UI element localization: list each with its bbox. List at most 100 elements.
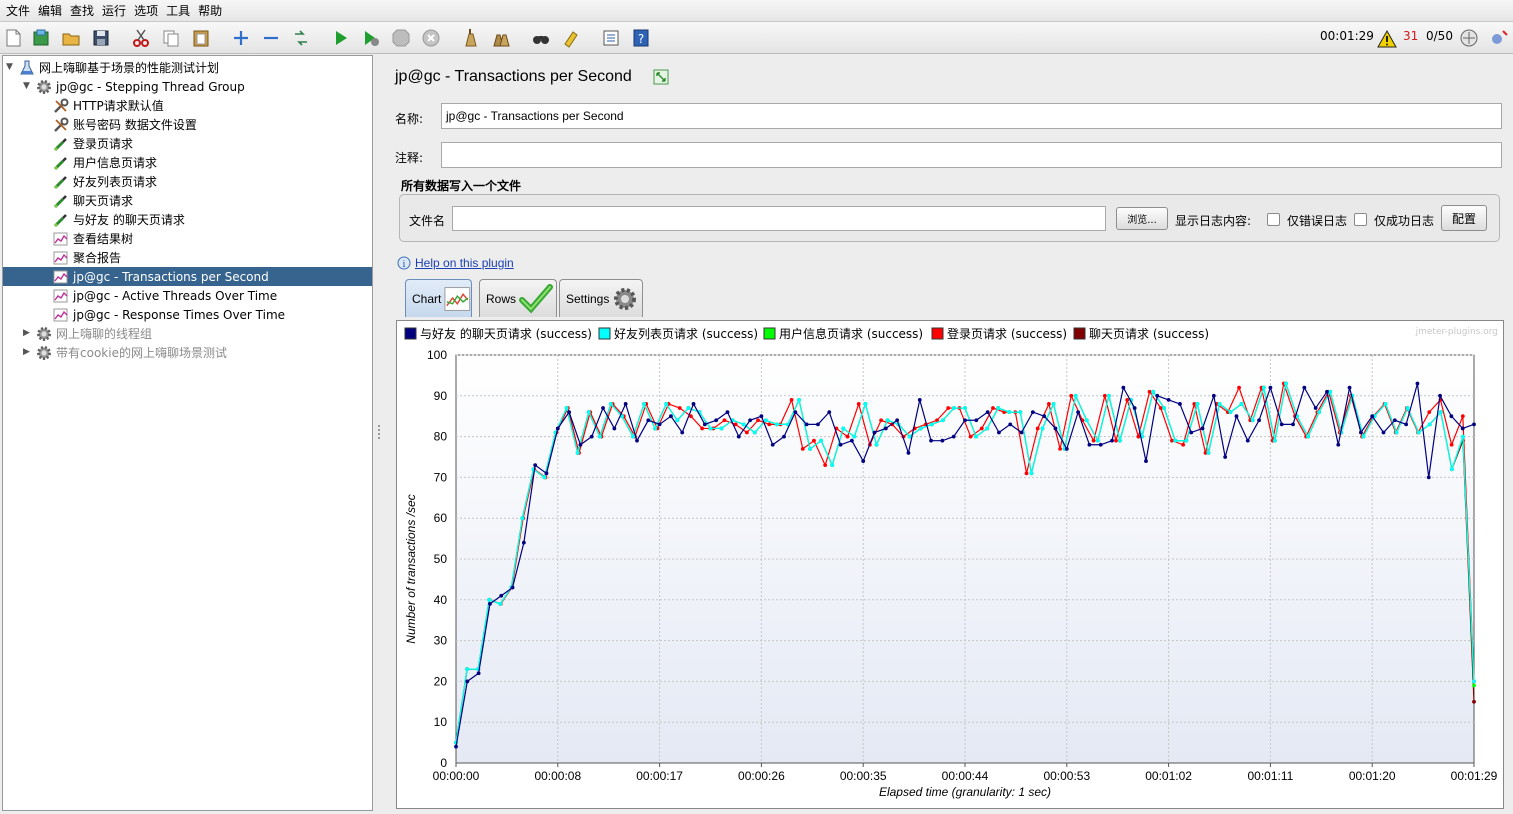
menu-search[interactable]: 查找: [68, 2, 100, 19]
legend-label: 好友列表页请求 (success): [614, 327, 758, 341]
filename-label: 文件名: [409, 214, 446, 228]
clear-icon[interactable]: [460, 27, 482, 49]
warning-icon[interactable]: [1376, 28, 1398, 50]
start-icon[interactable]: [330, 27, 352, 49]
data-point: [487, 597, 492, 602]
menu-file[interactable]: 文件: [4, 2, 36, 19]
tree-item[interactable]: 与好友 的聊天页请求: [52, 210, 185, 229]
search-icon[interactable]: [530, 27, 552, 49]
data-point: [1460, 426, 1465, 431]
browse-button[interactable]: 浏览...: [1116, 207, 1168, 230]
elapsed-time: 00:01:29: [1320, 29, 1374, 43]
tree-item[interactable]: 查看结果树: [52, 229, 133, 248]
collapse-caret-icon[interactable]: ▶: [23, 347, 30, 357]
data-point: [1206, 451, 1211, 455]
configure-button[interactable]: 配置: [1441, 205, 1487, 231]
data-point: [1087, 442, 1092, 447]
data-point: [1162, 406, 1167, 410]
data-point: [1098, 442, 1103, 447]
tree-item[interactable]: jp@gc - Stepping Thread Group: [35, 77, 245, 96]
y-tick-label: 80: [434, 430, 448, 444]
tree-item[interactable]: 网上嗨聊的线程组: [35, 324, 152, 343]
tree-item[interactable]: 账号密码 数据文件设置: [52, 115, 197, 134]
tree-item[interactable]: jp@gc - Active Threads Over Time: [52, 286, 277, 305]
start-no-pause-icon[interactable]: [360, 27, 382, 49]
collapse-caret-icon[interactable]: ▶: [23, 328, 30, 338]
data-point: [488, 601, 492, 606]
tree-item[interactable]: 用户信息页请求: [52, 153, 157, 172]
toggle-icon[interactable]: [290, 27, 312, 49]
help-icon[interactable]: ?: [630, 27, 652, 49]
paste-icon[interactable]: [190, 27, 212, 49]
data-point: [1217, 402, 1222, 406]
function-helper-icon[interactable]: [600, 27, 622, 49]
shutdown-icon[interactable]: [420, 27, 442, 49]
log-viewer-icon[interactable]: [1488, 27, 1510, 49]
tree-item[interactable]: 聊天页请求: [52, 191, 133, 210]
data-point: [895, 418, 900, 423]
data-point: [1181, 442, 1186, 447]
data-point: [752, 430, 757, 435]
success-only-checkbox[interactable]: [1354, 213, 1367, 226]
splitter-handle[interactable]: [375, 55, 383, 811]
templates-icon[interactable]: [30, 27, 52, 49]
tree-item[interactable]: 聚合报告: [52, 248, 121, 267]
y-tick-label: 100: [427, 348, 447, 362]
reset-search-icon[interactable]: [560, 27, 582, 49]
log-content-label: 显示日志内容:: [1175, 214, 1252, 228]
data-point: [1438, 393, 1442, 398]
tree-item[interactable]: jp@gc - Response Times Over Time: [52, 305, 285, 324]
menu-tools[interactable]: 工具: [164, 2, 196, 19]
copy-icon[interactable]: [160, 27, 182, 49]
expand-caret-icon[interactable]: ▼: [23, 81, 30, 91]
open-icon[interactable]: [60, 27, 82, 49]
menu-help[interactable]: 帮助: [196, 2, 228, 19]
data-point: [770, 442, 775, 447]
menu-options[interactable]: 选项: [132, 2, 164, 19]
remove-icon[interactable]: [260, 27, 282, 49]
tree-item[interactable]: 好友列表页请求: [52, 172, 157, 191]
save-icon[interactable]: [90, 27, 112, 49]
remote-status-icon[interactable]: [1458, 27, 1480, 49]
tree-item[interactable]: 登录页请求: [52, 134, 133, 153]
new-icon[interactable]: [2, 27, 24, 49]
data-point: [841, 426, 846, 431]
data-point: [1018, 410, 1023, 415]
y-tick-label: 20: [434, 674, 448, 688]
tree-item-label: HTTP请求默认值: [73, 99, 164, 113]
comment-field[interactable]: [441, 142, 1502, 168]
data-point: [1035, 426, 1040, 431]
name-field[interactable]: jp@gc - Transactions per Second: [441, 103, 1502, 129]
y-axis-label: Number of transactions /sec: [404, 494, 418, 643]
tab-rows[interactable]: Rows: [479, 279, 557, 317]
tree-item-label: 登录页请求: [73, 137, 134, 151]
data-point: [996, 406, 1001, 410]
filename-field[interactable]: [452, 206, 1106, 231]
menu-run[interactable]: 运行: [100, 2, 132, 19]
data-point: [823, 463, 828, 468]
data-point: [1069, 393, 1074, 398]
stop-icon[interactable]: [390, 27, 412, 49]
tree-item[interactable]: 带有cookie的网上嗨聊场景测试: [35, 343, 227, 362]
tree-item[interactable]: 网上嗨聊基于场景的性能测试计划: [18, 58, 219, 77]
plugin-panel: jp@gc - Transactions per Second 名称: jp@g…: [384, 55, 1513, 814]
data-point: [465, 667, 469, 672]
sampler-pipette-icon: [52, 155, 70, 171]
tab-settings[interactable]: Settings: [559, 279, 643, 317]
data-point: [963, 418, 967, 423]
tree-item[interactable]: HTTP请求默认值: [52, 96, 164, 115]
maximize-icon[interactable]: [653, 69, 669, 85]
data-point: [1449, 442, 1454, 447]
tab-chart[interactable]: Chart: [405, 279, 472, 317]
help-link[interactable]: Help on this plugin: [415, 256, 514, 270]
data-point: [974, 418, 979, 423]
data-point: [1076, 410, 1081, 415]
add-icon[interactable]: [230, 27, 252, 49]
clear-all-icon[interactable]: [490, 27, 512, 49]
expand-caret-icon[interactable]: ▼: [6, 62, 13, 72]
tree-item[interactable]: jp@gc - Transactions per Second: [3, 267, 372, 286]
menu-edit[interactable]: 编辑: [36, 2, 68, 19]
cut-icon[interactable]: [130, 27, 152, 49]
panel-title: jp@gc - Transactions per Second: [395, 68, 632, 85]
errors-only-checkbox[interactable]: [1267, 213, 1280, 226]
